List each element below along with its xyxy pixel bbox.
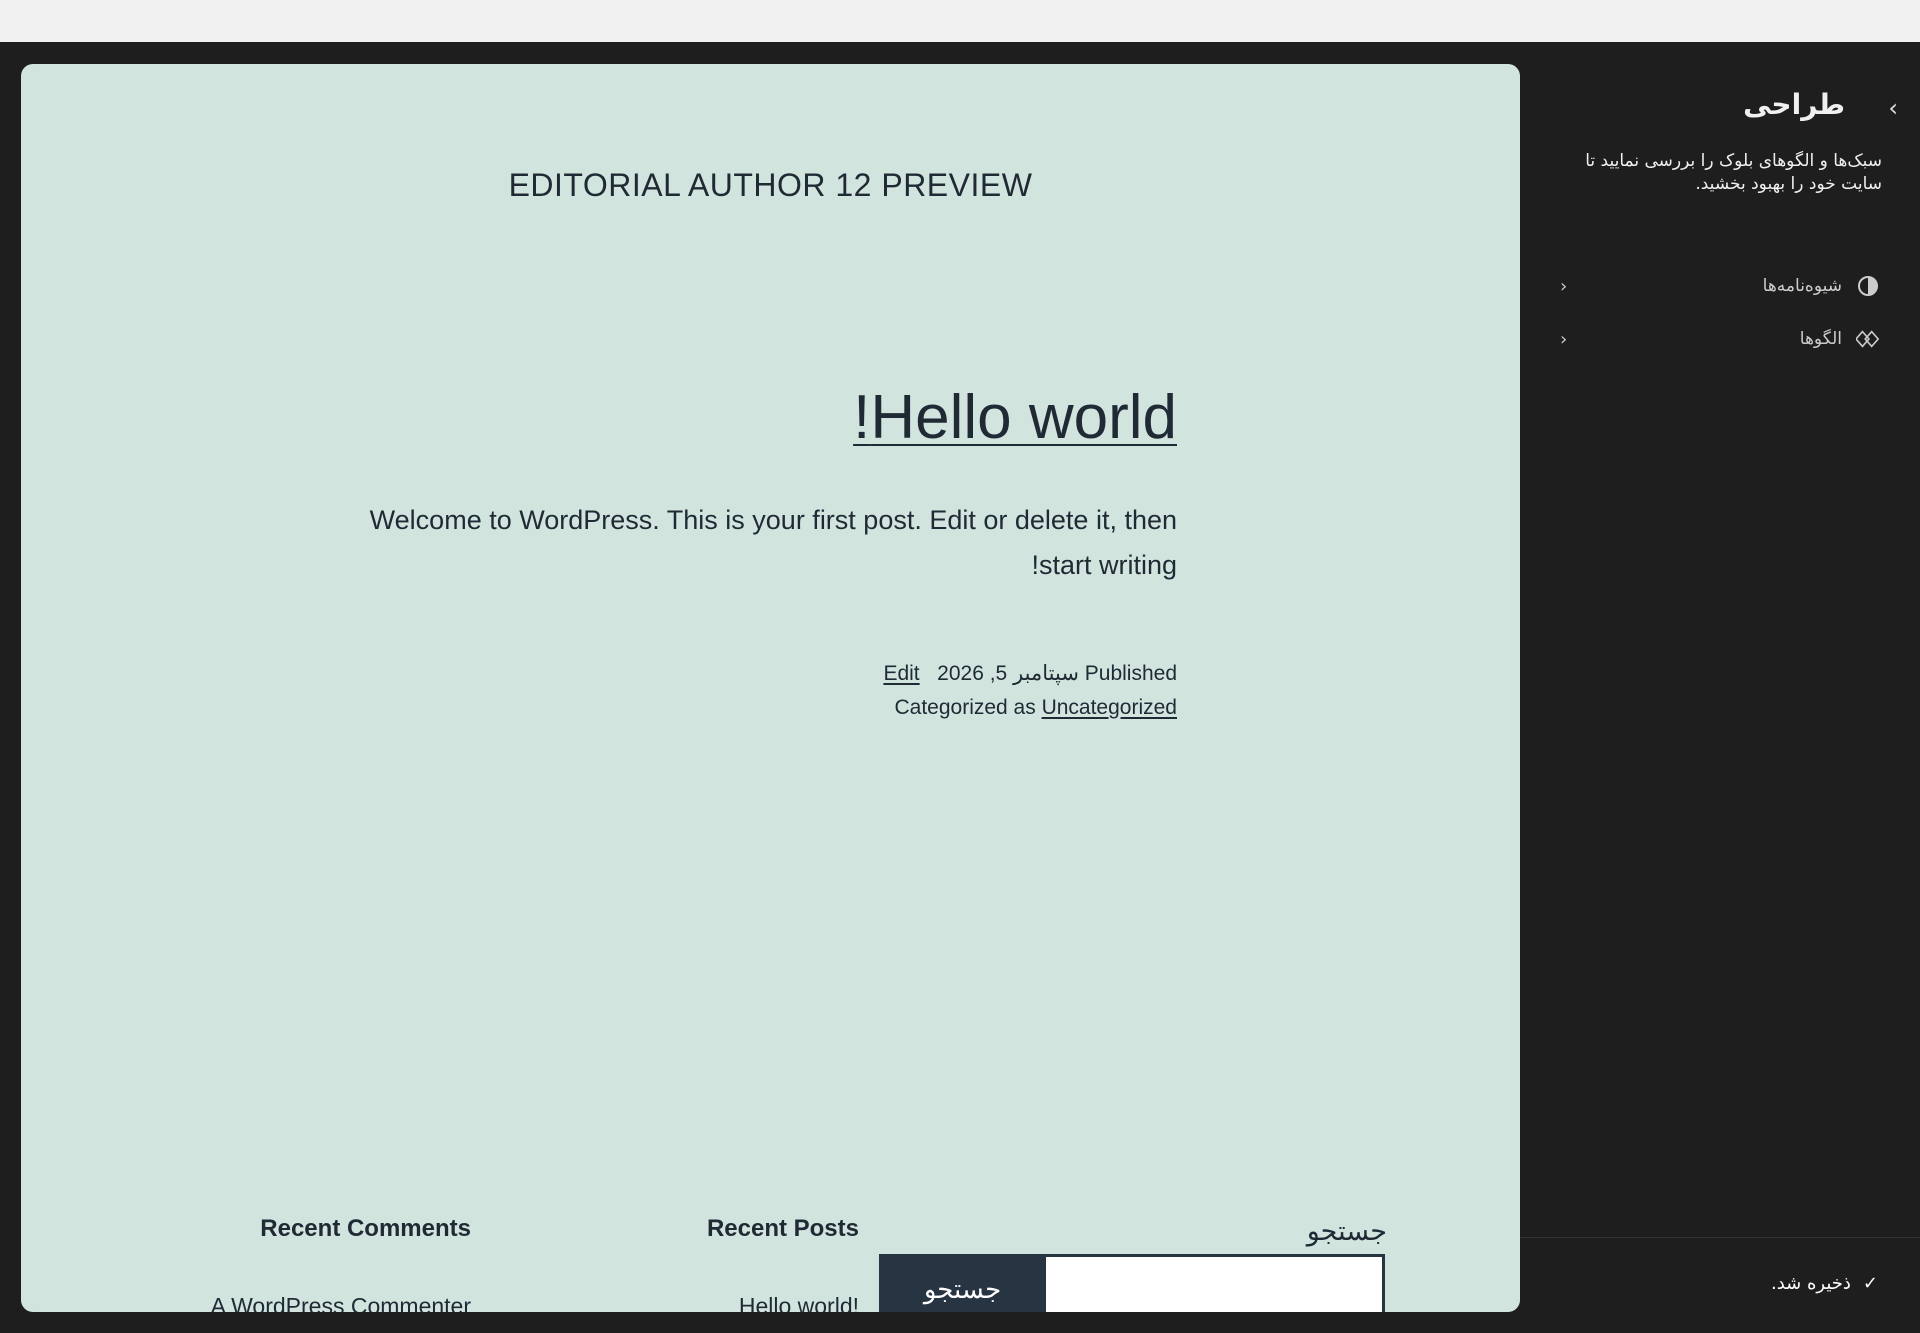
search-input[interactable] <box>1046 1254 1385 1312</box>
categorized-label: Categorized as <box>894 696 1036 719</box>
save-status-text: ذخیره شد. <box>1770 1273 1851 1294</box>
post-meta-published: Edit سپتامبر 5, 2026 Published <box>357 661 1177 686</box>
post-content: Welcome to WordPress. This is your first… <box>369 505 1177 580</box>
back-button[interactable]: › <box>1888 94 1898 122</box>
sidebar-item-label: الگوها <box>1799 329 1842 349</box>
recent-posts-title: Recent Posts <box>706 1215 859 1242</box>
published-label: Published <box>1084 662 1177 685</box>
design-sidebar: › طراحی سبک‌ها و الگوهای بلوک را بررسی ن… <box>1520 42 1920 1333</box>
search-button[interactable]: جستجو <box>879 1254 1046 1312</box>
browser-top-bar <box>0 0 1920 42</box>
sidebar-description: سبک‌ها و الگوهای بلوک را بررسی نمایید تا… <box>1585 151 1882 194</box>
search-label: جستجو <box>1306 1216 1387 1246</box>
sidebar-footer-divider <box>1520 1237 1920 1238</box>
save-status: ✓ ذخیره شد. <box>1771 1273 1878 1294</box>
checkmark-icon: ✓ <box>1862 1273 1878 1294</box>
chevron-left-icon: ‹ <box>1560 328 1568 350</box>
post-category-link[interactable]: Uncategorized <box>1042 696 1177 719</box>
recent-comments-title: Recent Comments <box>260 1215 471 1242</box>
post-title: Hello world! <box>357 382 1177 453</box>
chevron-left-icon: ‹ <box>1560 275 1568 297</box>
site-title[interactable]: EDITORIAL AUTHOR 12 PREVIEW <box>21 167 1520 204</box>
sidebar-item-label: شیوه‌نامه‌ها <box>1762 276 1842 296</box>
post-title-link[interactable]: Hello world! <box>853 383 1177 452</box>
recent-post-item[interactable]: Hello world! <box>739 1293 859 1312</box>
post-date: سپتامبر 5, 2026 <box>937 662 1079 685</box>
chevron-right-icon: › <box>1888 94 1898 122</box>
site-preview-frame[interactable]: EDITORIAL AUTHOR 12 PREVIEW Hello world!… <box>21 64 1520 1312</box>
sidebar-item-patterns[interactable]: الگوها ‹ <box>1560 319 1880 359</box>
sidebar-item-styles[interactable]: شیوه‌نامه‌ها ‹ <box>1560 266 1880 306</box>
post-meta-category: Categorized as Uncategorized <box>357 696 1177 720</box>
recent-comment-item[interactable]: A WordPress Commenter <box>211 1293 471 1312</box>
post-edit-link[interactable]: Edit <box>883 662 919 685</box>
sidebar-title: طراحی <box>1743 88 1845 121</box>
half-circle-contrast-icon <box>1856 274 1880 298</box>
diamond-pattern-icon <box>1856 327 1880 351</box>
